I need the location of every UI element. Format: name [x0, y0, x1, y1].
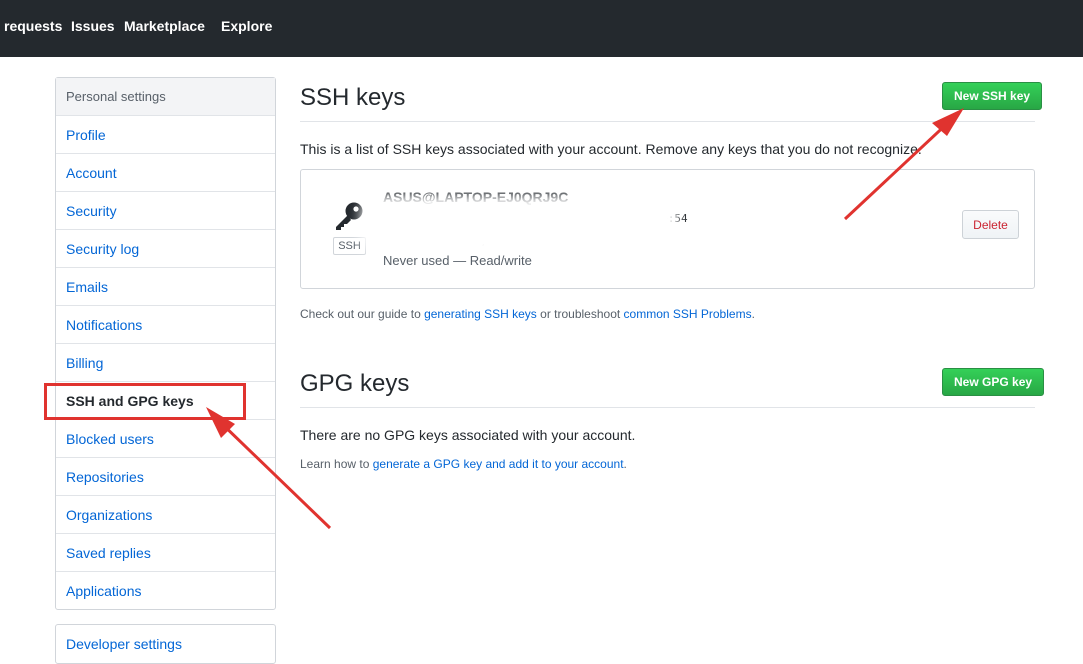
- ssh-description: This is a list of SSH keys associated wi…: [300, 141, 922, 157]
- gpg-learn-suffix: .: [623, 457, 627, 471]
- top-navigation-bar: requests Issues Marketplace Explore: [0, 0, 1083, 57]
- sidebar-item-emails[interactable]: Emails: [56, 268, 275, 306]
- ssh-key-entry: SSH ASUS@LAPTOP-EJ0QRJ9C 000000000000000…: [300, 169, 1035, 289]
- gpg-learn-text: Learn how to generate a GPG key and add …: [300, 457, 627, 471]
- ssh-divider: [300, 121, 1035, 122]
- sidebar-item-profile[interactable]: Profile: [56, 116, 275, 154]
- redaction-blur: [371, 206, 667, 244]
- new-gpg-key-button[interactable]: New GPG key: [942, 368, 1045, 396]
- key-icon: [333, 201, 365, 236]
- nav-pull-requests[interactable]: requests: [4, 18, 62, 34]
- ssh-keys-title: SSH keys: [300, 84, 406, 111]
- sidebar-item-account[interactable]: Account: [56, 154, 275, 192]
- sidebar-item-applications[interactable]: Applications: [56, 572, 275, 609]
- ssh-guide-suffix: .: [751, 307, 755, 321]
- sidebar-heading: Personal settings: [56, 78, 275, 116]
- sidebar-item-notifications[interactable]: Notifications: [56, 306, 275, 344]
- sidebar-item-organizations[interactable]: Organizations: [56, 496, 275, 534]
- generating-ssh-keys-link[interactable]: generating SSH keys: [424, 307, 537, 321]
- new-ssh-key-button[interactable]: New SSH key: [942, 82, 1043, 110]
- ssh-guide-middle: or troubleshoot: [536, 307, 624, 321]
- ssh-key-name: ASUS@LAPTOP-EJ0QRJ9C: [383, 189, 569, 205]
- sidebar-item-developer-settings[interactable]: Developer settings: [56, 625, 275, 662]
- arrow-head-new-ssh-key: [932, 108, 964, 136]
- nav-explore[interactable]: Explore: [221, 18, 272, 34]
- ssh-type-label: SSH: [333, 237, 366, 255]
- sidebar-item-ssh-gpg-keys[interactable]: SSH and GPG keys: [56, 382, 275, 420]
- gpg-empty-message: There are no GPG keys associated with yo…: [300, 427, 636, 443]
- ssh-guide-prefix: Check out our guide to: [300, 307, 425, 321]
- sidebar-item-security[interactable]: Security: [56, 192, 275, 230]
- gpg-learn-prefix: Learn how to: [300, 457, 373, 471]
- common-ssh-problems-link[interactable]: common SSH Problems: [624, 307, 752, 321]
- settings-sidebar: Personal settings Profile Account Securi…: [55, 77, 276, 610]
- sidebar-item-billing[interactable]: Billing: [56, 344, 275, 382]
- ssh-guide-text: Check out our guide to generating SSH ke…: [300, 307, 755, 321]
- developer-settings-menu: Developer settings: [55, 624, 276, 664]
- sidebar-item-security-log[interactable]: Security log: [56, 230, 275, 268]
- sidebar-item-blocked-users[interactable]: Blocked users: [56, 420, 275, 458]
- sidebar-item-repositories[interactable]: Repositories: [56, 458, 275, 496]
- nav-issues[interactable]: Issues: [71, 18, 115, 34]
- gpg-divider: [300, 407, 1035, 408]
- ssh-key-usage: Never used — Read/write: [383, 253, 532, 268]
- delete-ssh-key-button[interactable]: Delete: [962, 210, 1019, 239]
- sidebar-item-saved-replies[interactable]: Saved replies: [56, 534, 275, 572]
- gpg-keys-title: GPG keys: [300, 370, 410, 397]
- generate-gpg-key-link[interactable]: generate a GPG key and add it to your ac…: [373, 457, 624, 471]
- nav-marketplace[interactable]: Marketplace: [124, 18, 205, 34]
